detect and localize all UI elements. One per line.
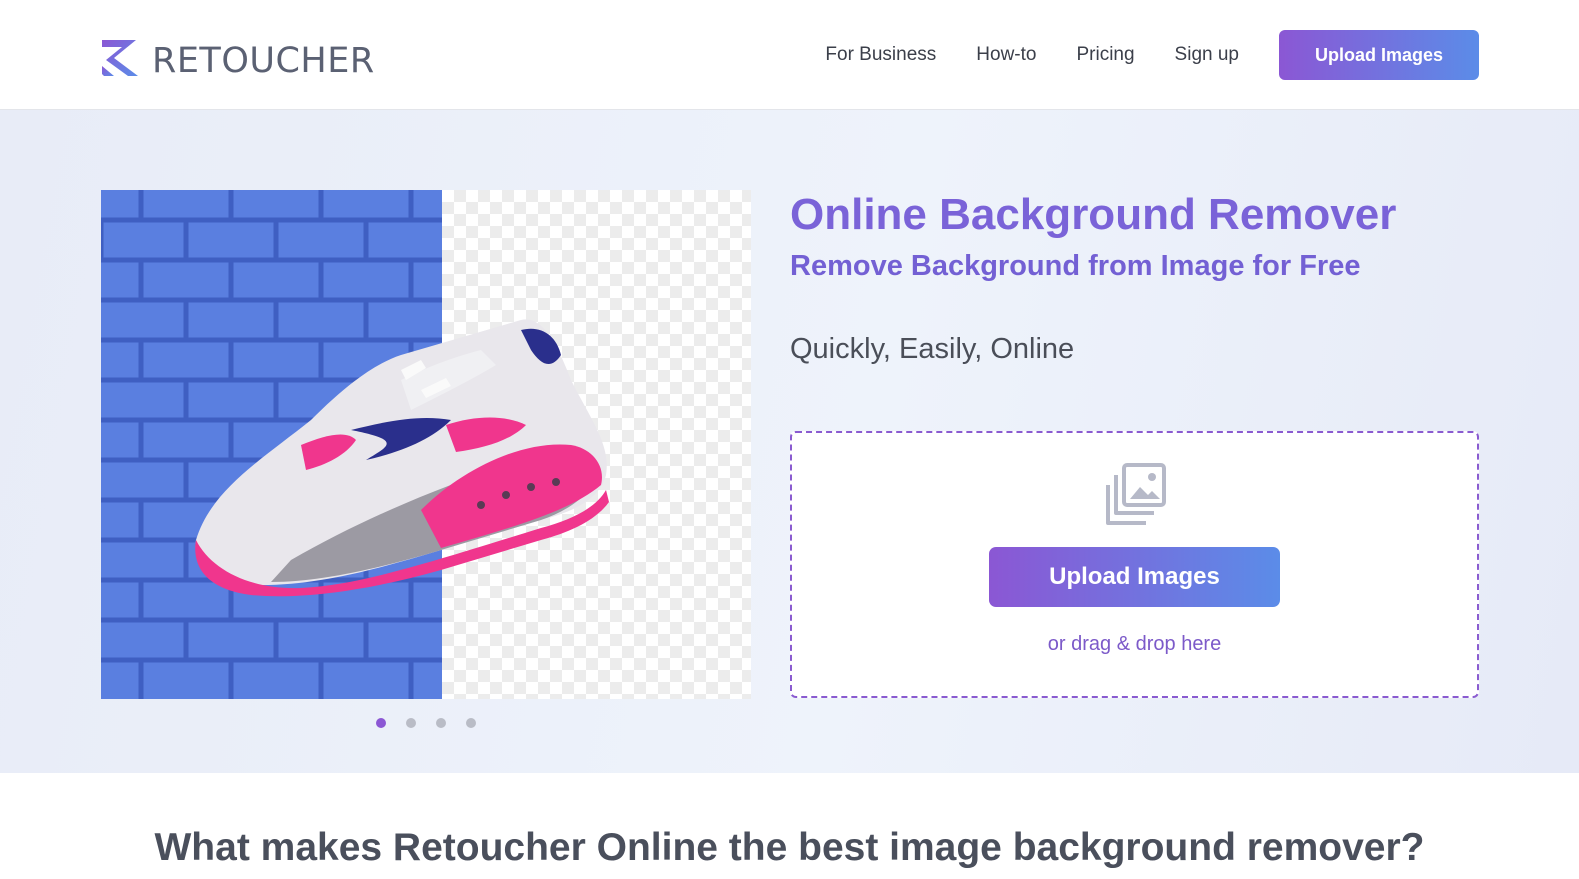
- image-gallery-icon: [1106, 463, 1166, 525]
- hero-title: Online Background Remover: [790, 190, 1397, 239]
- carousel-dot-2[interactable]: [406, 718, 416, 728]
- carousel-dot-1[interactable]: [376, 718, 386, 728]
- header-upload-button[interactable]: Upload Images: [1279, 30, 1479, 80]
- features-heading: What makes Retoucher Online the best ima…: [154, 826, 1425, 869]
- retoucher-logo-icon: [102, 40, 138, 76]
- drag-drop-hint: or drag & drop here: [1047, 633, 1222, 655]
- hero-section: Online Background Remover Remove Backgro…: [0, 110, 1579, 773]
- nav-link-pricing[interactable]: Pricing: [1076, 44, 1134, 66]
- brand-name: RETOUCHER: [152, 41, 375, 81]
- nav-link-how-to[interactable]: How-to: [976, 44, 1036, 66]
- carousel-slide: [101, 190, 751, 699]
- hero-subtitle: Remove Background from Image for Free: [790, 250, 1361, 282]
- main-nav: For Business How-to Pricing Sign up Uplo…: [825, 30, 1479, 80]
- carousel-dots: [376, 718, 496, 728]
- nav-link-for-business[interactable]: For Business: [825, 44, 936, 66]
- site-header: RETOUCHER For Business How-to Pricing Si…: [0, 0, 1579, 110]
- carousel-dot-4[interactable]: [466, 718, 476, 728]
- carousel-dot-3[interactable]: [436, 718, 446, 728]
- brand-logo[interactable]: RETOUCHER: [100, 33, 375, 83]
- sneaker-image: [195, 319, 609, 597]
- upload-images-button[interactable]: Upload Images: [989, 547, 1280, 607]
- hero-tagline: Quickly, Easily, Online: [790, 333, 1075, 365]
- nav-link-sign-up[interactable]: Sign up: [1175, 44, 1239, 66]
- upload-dropzone[interactable]: Upload Images or drag & drop here: [790, 431, 1479, 698]
